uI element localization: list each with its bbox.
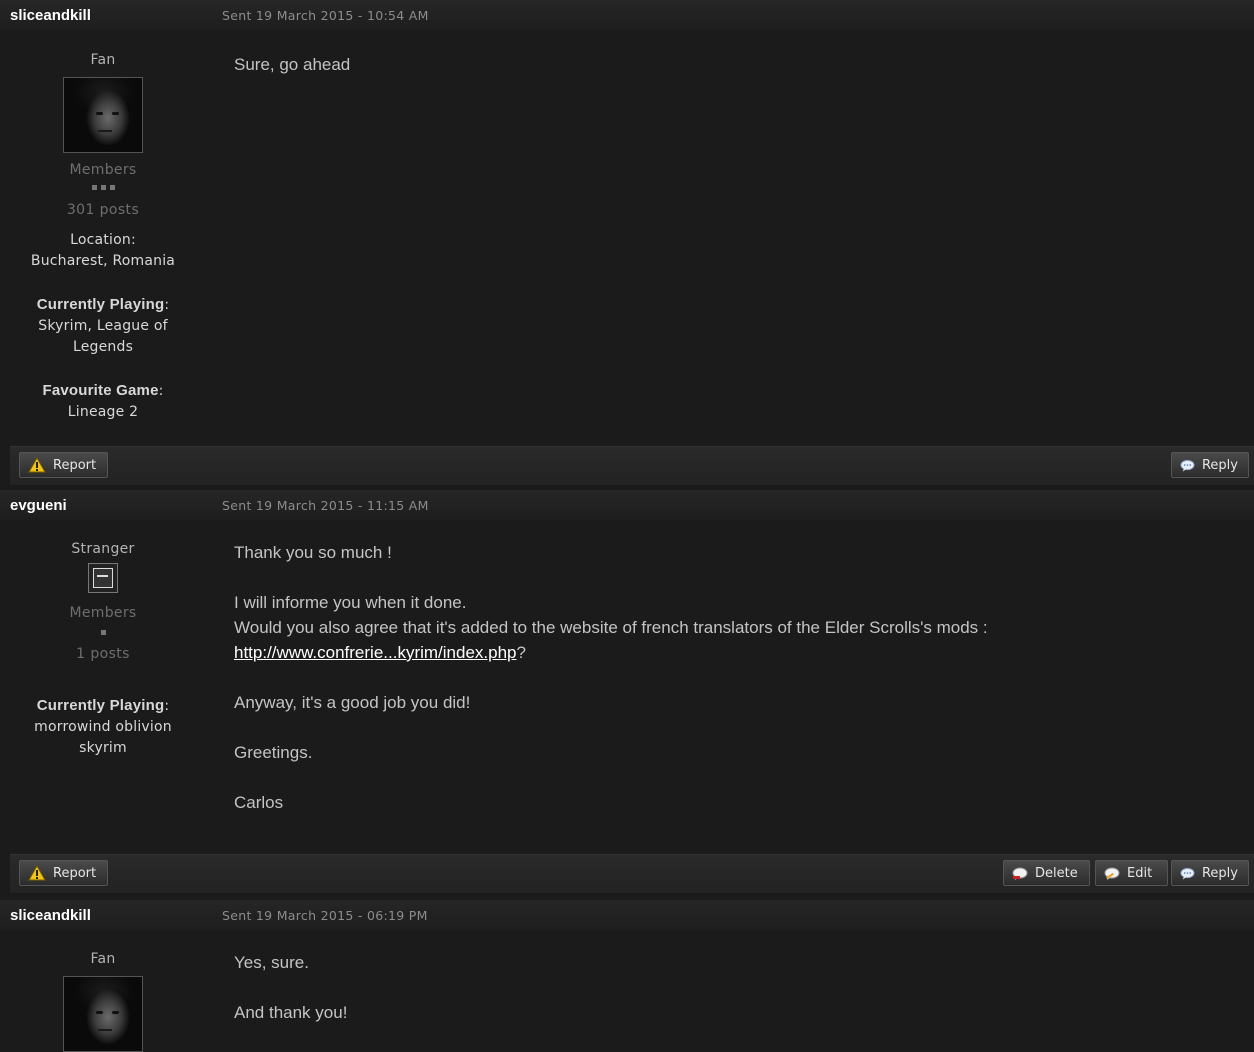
post-header: sliceandkill Sent 19 March 2015 - 10:54 … bbox=[0, 0, 1254, 30]
delete-button[interactable]: Delete bbox=[1003, 860, 1090, 886]
post-text: Sure, go ahead bbox=[234, 55, 351, 74]
report-button[interactable]: Report bbox=[19, 452, 108, 478]
post-text: Yes, sure. bbox=[234, 953, 309, 972]
reply-button[interactable]: Reply bbox=[1171, 452, 1249, 478]
delete-label: Delete bbox=[1035, 865, 1078, 881]
author-rank: Stranger bbox=[71, 541, 135, 557]
post-action-bar: Report Delete Edit Reply bbox=[10, 854, 1254, 893]
post-text: Would you also agree that it's added to … bbox=[234, 615, 1234, 665]
location-value: Bucharest, Romania bbox=[30, 253, 176, 269]
reply-button[interactable]: Reply bbox=[1171, 860, 1249, 886]
report-label: Report bbox=[53, 865, 97, 881]
avatar-mouth bbox=[98, 130, 112, 132]
website-link[interactable]: http://www.confrerie...kyrim/index.php bbox=[234, 643, 517, 662]
avatar-eye bbox=[112, 112, 119, 115]
post-date: Sent 19 March 2015 - 10:54 AM bbox=[222, 8, 429, 23]
avatar-image bbox=[64, 977, 142, 1051]
avatar-eye bbox=[112, 1011, 119, 1014]
speech-bubble-icon bbox=[1180, 867, 1195, 880]
rank-pip bbox=[91, 185, 97, 190]
author-group: Members bbox=[69, 162, 137, 178]
post-content: Sure, go ahead bbox=[234, 52, 1234, 77]
currently-playing-label: Currently Playing bbox=[36, 296, 165, 313]
author-group: Members bbox=[69, 605, 137, 621]
post-text: Thank you so much ! bbox=[234, 543, 392, 562]
post-count: 301 posts bbox=[66, 202, 140, 218]
location-label: Location bbox=[70, 232, 131, 248]
currently-playing-label: Currently Playing bbox=[36, 697, 165, 714]
rank-pip bbox=[100, 185, 106, 190]
report-label: Report bbox=[53, 457, 97, 473]
post-content: Thank you so much ! I will informe you w… bbox=[234, 540, 1234, 815]
post-count: 1 posts bbox=[76, 646, 130, 662]
post-header: sliceandkill Sent 19 March 2015 - 06:19 … bbox=[0, 900, 1254, 930]
post-text: I will informe you when it done. bbox=[234, 593, 467, 612]
favourite-game-field: Favourite Game: Lineage 2 bbox=[42, 382, 164, 420]
avatar-mouth bbox=[98, 1029, 112, 1031]
author-info: Fan bbox=[0, 951, 206, 1052]
reply-label: Reply bbox=[1201, 865, 1238, 881]
avatar[interactable] bbox=[88, 563, 118, 593]
post: sliceandkill Sent 19 March 2015 - 10:54 … bbox=[0, 0, 1254, 485]
author-info: Fan Members 301 posts Location: Buchares… bbox=[0, 52, 206, 423]
edit-label: Edit bbox=[1127, 865, 1153, 881]
reply-label: Reply bbox=[1201, 457, 1238, 473]
speech-bubble-icon bbox=[1104, 867, 1120, 880]
favourite-game-label: Favourite Game bbox=[42, 382, 159, 399]
post-text: Greetings. bbox=[234, 743, 313, 762]
author-rank: Fan bbox=[90, 52, 116, 68]
currently-playing-value: Skyrim, League of Legends bbox=[38, 318, 168, 355]
post-text-segment: ? bbox=[516, 643, 526, 662]
rank-pip bbox=[109, 185, 115, 190]
post-text: Anyway, it's a good job you did! bbox=[234, 693, 471, 712]
author-name[interactable]: evgueni bbox=[10, 497, 67, 514]
currently-playing-field: Currently Playing: Skyrim, League of Leg… bbox=[0, 294, 206, 358]
post-text-segment: Would you also agree that it's added to … bbox=[234, 618, 988, 637]
post: sliceandkill Sent 19 March 2015 - 06:19 … bbox=[0, 900, 1254, 1052]
post-text: And thank you! bbox=[234, 1003, 348, 1022]
avatar[interactable] bbox=[63, 77, 143, 153]
author-name[interactable]: sliceandkill bbox=[10, 7, 91, 24]
avatar-eye bbox=[96, 112, 103, 115]
author-rank: Fan bbox=[90, 951, 116, 967]
speech-bubble-icon bbox=[1180, 459, 1195, 472]
currently-playing-value: morrowind oblivion skyrim bbox=[34, 719, 172, 756]
speech-bubble-icon bbox=[1012, 867, 1028, 880]
post-content: Yes, sure. And thank you! bbox=[234, 950, 1234, 1025]
post-date: Sent 19 March 2015 - 06:19 PM bbox=[222, 908, 428, 923]
post-header: evgueni Sent 19 March 2015 - 11:15 AM bbox=[0, 490, 1254, 520]
avatar-eye bbox=[96, 1011, 103, 1014]
favourite-game-value: Lineage 2 bbox=[67, 404, 139, 420]
rank-pips bbox=[0, 630, 206, 636]
rank-pips bbox=[0, 185, 206, 191]
edit-button[interactable]: Edit bbox=[1095, 860, 1168, 886]
avatar-image bbox=[64, 78, 142, 152]
warning-triangle-icon bbox=[28, 865, 46, 881]
placeholder-image-icon bbox=[93, 568, 113, 588]
author-name[interactable]: sliceandkill bbox=[10, 907, 91, 924]
rank-pip bbox=[100, 630, 106, 635]
report-button[interactable]: Report bbox=[19, 860, 108, 886]
post-action-bar: Report Reply bbox=[10, 446, 1254, 485]
warning-triangle-icon bbox=[28, 457, 46, 473]
currently-playing-field: Currently Playing: morrowind oblivion sk… bbox=[0, 695, 206, 759]
post: evgueni Sent 19 March 2015 - 11:15 AM St… bbox=[0, 490, 1254, 893]
location-field: Location: Bucharest, Romania bbox=[0, 230, 206, 272]
author-info: Stranger Members 1 posts Currently Playi… bbox=[0, 541, 206, 759]
post-text: Carlos bbox=[234, 793, 284, 812]
avatar[interactable] bbox=[63, 976, 143, 1052]
post-date: Sent 19 March 2015 - 11:15 AM bbox=[222, 498, 429, 513]
